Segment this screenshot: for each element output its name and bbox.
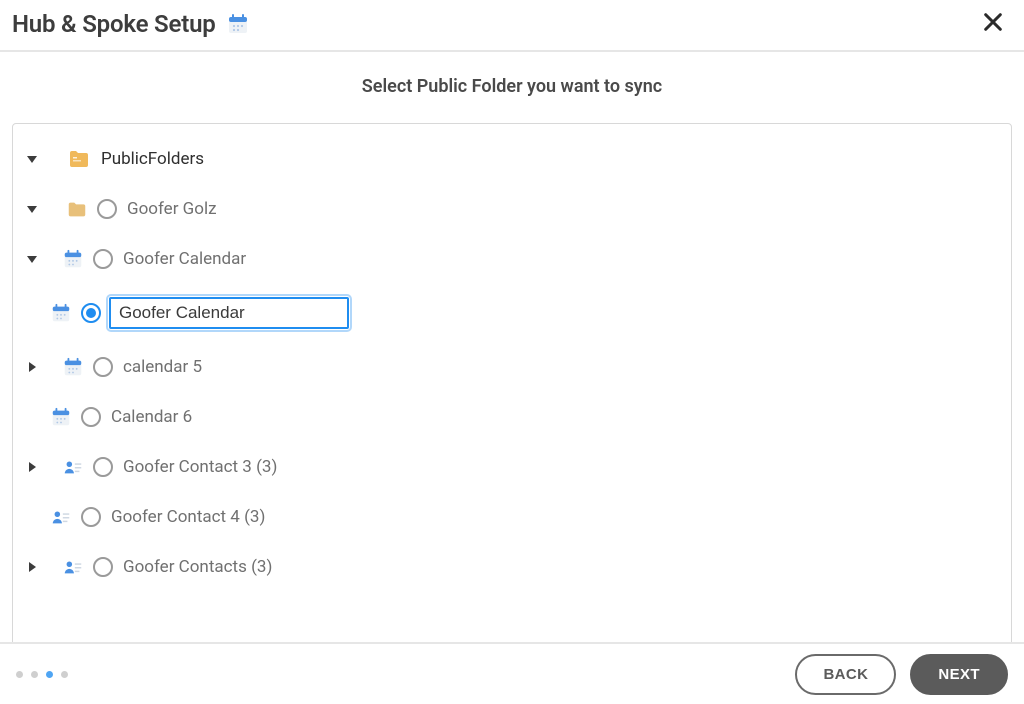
calendar-icon (61, 355, 85, 379)
toggle-icon[interactable] (23, 558, 41, 576)
toggle-icon[interactable] (23, 358, 41, 376)
radio-goofer-contact3[interactable] (93, 457, 113, 477)
calendar-icon (226, 12, 250, 36)
toggle-icon[interactable] (23, 150, 41, 168)
radio-calendar6[interactable] (81, 407, 101, 427)
radio-goofer-contacts[interactable] (93, 557, 113, 577)
tree-item-label: Goofer Golz (125, 197, 219, 221)
tree-item-label: Goofer Contacts (3) (121, 555, 274, 579)
instruction-text: Select Public Folder you want to sync (362, 76, 662, 97)
tree-root-row[interactable]: PublicFolders (23, 142, 1001, 176)
folder-icon (65, 197, 89, 221)
folder-root-icon (67, 147, 91, 171)
step-dot-active (46, 671, 53, 678)
folder-name-input[interactable] (109, 297, 349, 329)
tree-item-calendar5[interactable]: calendar 5 (23, 350, 1001, 384)
tree-item-goofer-golz[interactable]: Goofer Golz (23, 192, 1001, 226)
tree-item-goofer-contacts[interactable]: Goofer Contacts (3) (23, 550, 1001, 584)
radio-goofer-contact4[interactable] (81, 507, 101, 527)
tree-item-label: Goofer Contact 3 (3) (121, 455, 279, 479)
radio-goofer-calendar-selected[interactable] (81, 303, 101, 323)
tree-root-label: PublicFolders (99, 147, 206, 171)
tree-item-label: Goofer Contact 4 (3) (109, 505, 267, 529)
radio-goofer-golz[interactable] (97, 199, 117, 219)
step-dot (61, 671, 68, 678)
next-button[interactable]: NEXT (910, 654, 1008, 695)
calendar-icon (61, 247, 85, 271)
folder-tree: PublicFolders (23, 142, 1001, 584)
contact-icon (61, 455, 85, 479)
toggle-icon[interactable] (23, 200, 41, 218)
tree-item-calendar6[interactable]: Calendar 6 (23, 400, 1001, 434)
close-icon[interactable] (976, 8, 1010, 40)
toggle-icon[interactable] (23, 250, 41, 268)
back-button[interactable]: BACK (795, 654, 896, 695)
page-title: Hub & Spoke Setup (12, 10, 216, 38)
tree-item-label: Calendar 6 (109, 405, 194, 429)
step-dot (16, 671, 23, 678)
tree-item-label: calendar 5 (121, 355, 204, 379)
folder-tree-panel: PublicFolders (12, 123, 1012, 647)
tree-item-label: Goofer Calendar (121, 247, 248, 271)
toggle-icon[interactable] (23, 458, 41, 476)
step-indicator (16, 671, 68, 678)
step-dot (31, 671, 38, 678)
contact-icon (61, 555, 85, 579)
tree-item-goofer-contact4[interactable]: Goofer Contact 4 (3) (23, 500, 1001, 534)
tree-item-goofer-contact3[interactable]: Goofer Contact 3 (3) (23, 450, 1001, 484)
tree-item-goofer-calendar[interactable]: Goofer Calendar (23, 242, 1001, 276)
calendar-icon (49, 301, 73, 325)
contact-icon (49, 505, 73, 529)
radio-goofer-calendar[interactable] (93, 249, 113, 269)
header-bar: Hub & Spoke Setup (0, 0, 1024, 52)
radio-calendar5[interactable] (93, 357, 113, 377)
footer-bar: BACK NEXT (0, 642, 1024, 704)
tree-item-goofer-calendar-edit[interactable] (23, 292, 1001, 334)
instruction-bar: Select Public Folder you want to sync (0, 52, 1024, 123)
calendar-icon (49, 405, 73, 429)
